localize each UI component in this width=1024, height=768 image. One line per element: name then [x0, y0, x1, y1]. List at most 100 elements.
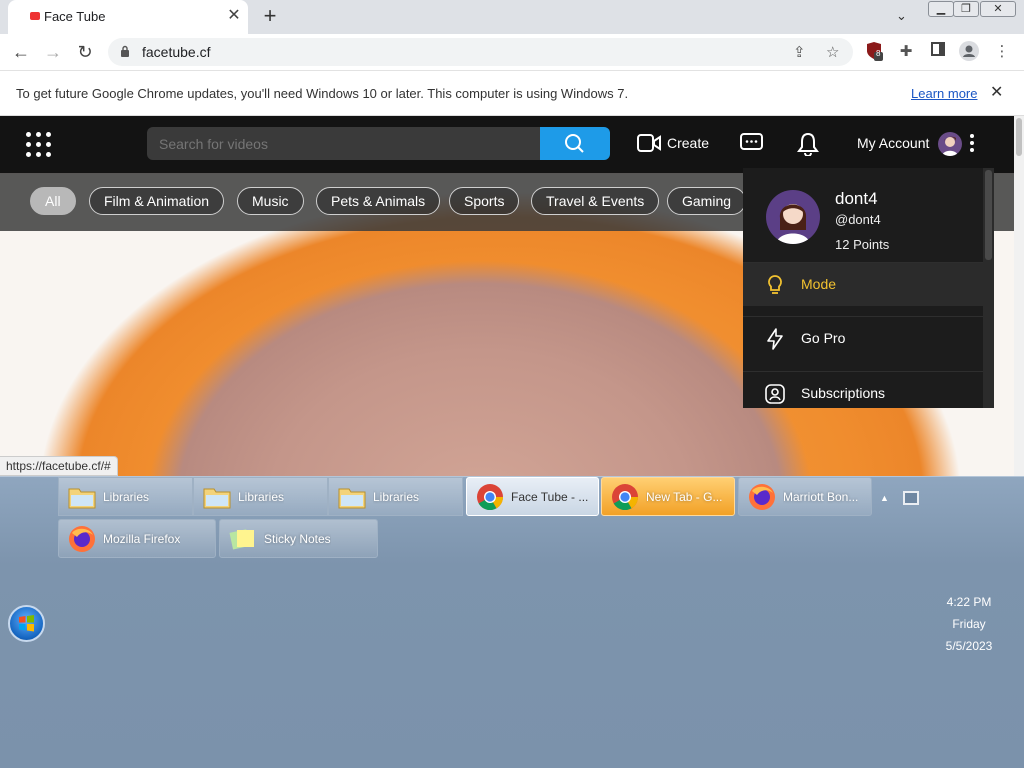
account-dropdown: dont4 @dont4 12 Points Mode Go Pro Subsc… [743, 168, 994, 408]
windows-taskbar: Libraries Libraries Libraries Face Tube … [0, 476, 1024, 768]
tray-overflow-arrow-icon[interactable]: ▲ [880, 493, 889, 503]
account-name: dont4 [835, 189, 878, 208]
clock-time[interactable]: 4:22 PM [930, 595, 1008, 609]
extension-shield-icon[interactable]: 8 [863, 41, 885, 63]
infobar-close-icon[interactable]: ✕ [990, 82, 1003, 102]
search-box [147, 127, 540, 160]
folder-icon [338, 488, 366, 509]
chip-pets-animals[interactable]: Pets & Animals [316, 187, 441, 215]
site-header: Create My Account [0, 116, 1014, 173]
page-scrollbar-thumb[interactable] [1016, 118, 1022, 156]
tab-close-icon[interactable]: ✕ [225, 7, 243, 25]
restore-button[interactable]: ❐ [953, 1, 979, 17]
forward-arrow-icon[interactable]: → [42, 42, 64, 64]
chrome-icon [612, 484, 639, 511]
side-panel-icon[interactable] [927, 41, 949, 63]
messages-icon[interactable] [740, 133, 764, 156]
bookmark-star-icon[interactable]: ☆ [826, 43, 839, 61]
menu-item-label: Mode [801, 276, 837, 292]
menu-item-go-pro[interactable]: Go Pro [743, 316, 983, 360]
address-bar[interactable]: facetube.cf ⇪ ☆ [108, 38, 853, 66]
firefox-icon [749, 484, 775, 510]
taskbar-sticky-notes[interactable]: Sticky Notes [219, 519, 378, 558]
status-bar-url: https://facetube.cf/# [0, 456, 118, 476]
extension-badge: 8 [876, 49, 881, 58]
clock-day[interactable]: Friday [930, 617, 1008, 631]
taskbar-libraries-1[interactable]: Libraries [58, 477, 193, 516]
page-scrollbar[interactable] [1014, 116, 1024, 476]
chip-travel-events[interactable]: Travel & Events [531, 187, 660, 215]
chip-all[interactable]: All [30, 187, 76, 215]
chrome-menu-icon[interactable]: ⋮ [991, 41, 1013, 63]
search-button[interactable] [540, 127, 610, 160]
taskbar-label: Sticky Notes [264, 532, 331, 546]
account-points: 12 Points [835, 237, 890, 252]
taskbar-label: Face Tube - ... [511, 490, 589, 504]
browser-tab-strip: Face Tube ✕ + ⌄ ▁ ❐ ✕ [0, 0, 1024, 34]
taskbar-label: Libraries [103, 490, 150, 504]
menu-item-label: Subscriptions [801, 385, 886, 401]
taskbar-libraries-2[interactable]: Libraries [193, 477, 328, 516]
dropdown-scrollbar-thumb[interactable] [985, 170, 992, 260]
url-text[interactable]: facetube.cf [142, 44, 211, 60]
search-icon [565, 134, 584, 153]
taskbar-label: Libraries [373, 490, 420, 504]
avatar [766, 190, 820, 244]
folder-icon [203, 488, 231, 509]
taskbar-face-tube[interactable]: Face Tube - ... [466, 477, 599, 516]
taskbar-new-tab[interactable]: New Tab - G... [601, 477, 735, 516]
learn-more-link[interactable]: Learn more [911, 86, 977, 101]
tab-search-chevron-icon[interactable]: ⌄ [896, 8, 907, 24]
chrome-update-infobar: To get future Google Chrome updates, you… [0, 71, 1024, 116]
apps-grid-icon[interactable] [26, 132, 52, 158]
share-icon[interactable]: ⇪ [793, 43, 806, 61]
network-icon[interactable] [903, 491, 919, 505]
create-button[interactable]: Create [667, 135, 709, 151]
lock-icon[interactable] [120, 45, 130, 58]
lightning-icon [767, 328, 783, 350]
taskbar-libraries-3[interactable]: Libraries [328, 477, 463, 516]
clock-date[interactable]: 5/5/2023 [930, 639, 1008, 653]
account-handle: @dont4 [835, 212, 881, 227]
chip-sports[interactable]: Sports [449, 187, 520, 215]
menu-item-label: Go Pro [801, 330, 846, 346]
notifications-bell-icon[interactable] [797, 132, 819, 159]
lightbulb-icon [768, 275, 782, 294]
more-options-icon[interactable] [968, 134, 976, 154]
taskbar-mozilla-firefox[interactable]: Mozilla Firefox [58, 519, 216, 558]
reload-icon[interactable]: ↻ [74, 42, 96, 64]
new-tab-button[interactable]: + [258, 5, 282, 29]
dropdown-scrollbar[interactable] [983, 168, 994, 408]
infobar-message: To get future Google Chrome updates, you… [16, 86, 629, 101]
close-window-button[interactable]: ✕ [980, 1, 1016, 17]
search-input[interactable] [159, 136, 519, 152]
windows-logo-icon [19, 615, 34, 632]
tab-title: Face Tube [44, 9, 106, 24]
start-button[interactable] [8, 605, 45, 642]
minimize-button[interactable]: ▁ [928, 1, 954, 17]
my-account-button[interactable]: My Account [857, 135, 929, 151]
taskbar-label: Marriott Bon... [783, 490, 859, 504]
extensions-puzzle-icon[interactable]: ✚ [895, 41, 917, 63]
chip-music[interactable]: Music [237, 187, 304, 215]
chrome-icon [477, 484, 504, 511]
sticky-notes-icon [229, 529, 254, 550]
back-arrow-icon[interactable]: ← [10, 42, 32, 64]
taskbar-label: New Tab - G... [646, 490, 723, 504]
menu-item-mode[interactable]: Mode [743, 262, 983, 306]
chip-film-animation[interactable]: Film & Animation [89, 187, 225, 215]
video-camera-icon[interactable] [637, 133, 661, 156]
taskbar-marriott-firefox[interactable]: Marriott Bon... [738, 477, 872, 516]
profile-icon[interactable] [958, 41, 980, 63]
chip-gaming[interactable]: Gaming [667, 187, 747, 215]
taskbar-label: Mozilla Firefox [103, 532, 181, 546]
browser-toolbar: ← → ↻ facetube.cf ⇪ ☆ 8 ✚ ⋮ [0, 34, 1024, 71]
firefox-icon [69, 526, 95, 552]
taskbar-label: Libraries [238, 490, 285, 504]
favicon-icon [30, 12, 40, 20]
browser-tab[interactable]: Face Tube ✕ [8, 0, 248, 34]
menu-item-subscriptions[interactable]: Subscriptions [743, 371, 983, 408]
subscriptions-icon [765, 384, 785, 404]
avatar[interactable] [938, 132, 962, 156]
folder-icon [68, 488, 96, 509]
